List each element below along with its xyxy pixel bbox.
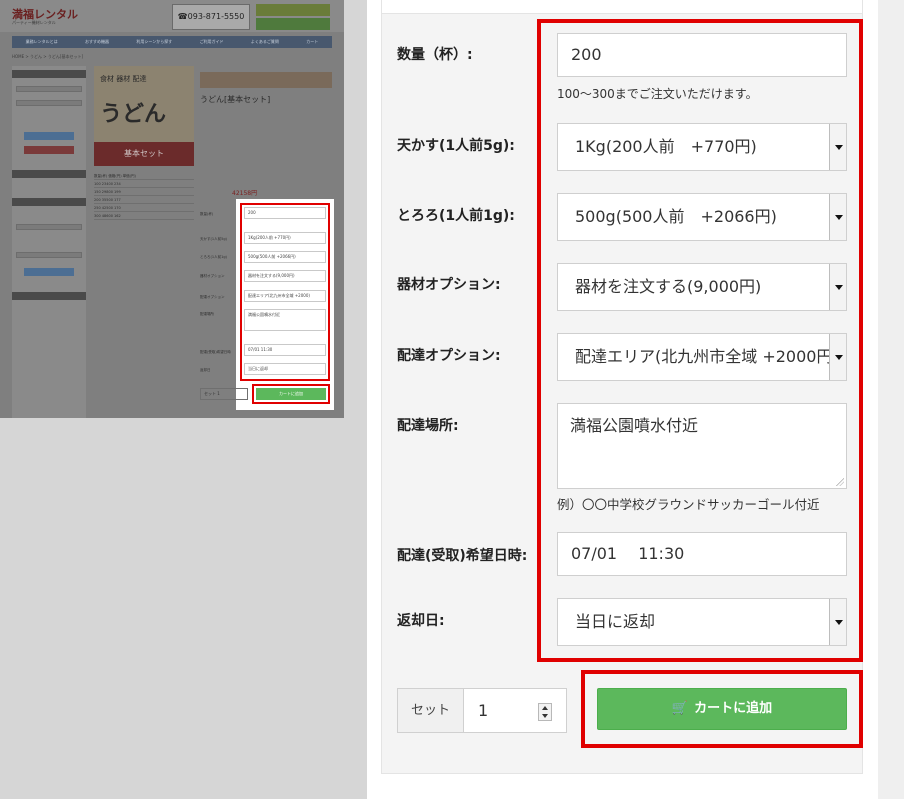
thumbnail-highlight-form <box>240 203 330 381</box>
set-label: セット <box>398 689 464 732</box>
thumbnail-table-row: 150 29800 199 <box>94 188 194 196</box>
thumbnail-image-title: うどん <box>100 102 167 127</box>
thumbnail-set: セット 1 <box>200 388 248 400</box>
form-highlight-box <box>537 19 863 662</box>
thumbnail-phone: ☎093-871-5550 <box>172 4 250 30</box>
right-gutter <box>878 0 904 799</box>
tororo-label: とろろ(1人前1g): <box>397 208 515 224</box>
thumbnail-logo-sub: パーティー機材レンタル <box>12 20 56 25</box>
thumbnail-sidebar-heading <box>12 198 86 206</box>
cart-icon: 🛒 <box>671 701 689 716</box>
thumbnail-form-label: 数量(杯) <box>200 212 214 216</box>
thumbnail-table-row: 数量(杯) 価格(円) 単価(円) <box>94 172 194 180</box>
thumbnail-highlight-cart <box>252 384 330 404</box>
thumbnail-price: 42158円 <box>232 190 258 197</box>
thumbnail-sidebar-heading <box>12 70 86 78</box>
thumbnail-sidebar-heading <box>12 170 86 178</box>
add-to-cart-label: カートに追加 <box>694 701 773 716</box>
thumbnail-image-caption: 基本セット <box>94 142 194 166</box>
thumbnail-sidebar-button <box>24 132 74 140</box>
thumbnail-sidebar-field <box>16 224 82 230</box>
thumbnail-form-label: 器材オプション <box>200 274 225 278</box>
quantity-stepper[interactable] <box>538 703 552 721</box>
thumbnail-product-title: うどん[基本セット] <box>200 95 271 104</box>
thumbnail-form-label: 配達場所 <box>200 312 214 316</box>
thumbnail-table-row: 300 48600 162 <box>94 212 194 220</box>
thumbnail-tag-bar <box>200 72 332 88</box>
set-quantity-group: セット 1 <box>397 688 567 733</box>
datetime-label: 配達(受取)希望日時: <box>397 548 528 564</box>
thumbnail-form-label: 配達オプション <box>200 295 225 299</box>
page-thumbnail: 満福レンタル パーティー機材レンタル ☎093-871-5550 業務レンタルと… <box>0 0 344 418</box>
delivery-label: 配達オプション: <box>397 348 501 364</box>
thumbnail-nav: 業務レンタルとは おすすめ機器 利用シーンから探す ご利用ガイド よくあるご質問… <box>12 36 332 48</box>
thumbnail-form-label: とろろ(1人前1g) <box>200 255 227 259</box>
thumbnail-form-label: 返却日 <box>200 368 211 372</box>
thumbnail-sidebar-button <box>24 146 74 154</box>
equipment-label: 器材オプション: <box>397 277 501 293</box>
thumbnail-sidebar-field <box>16 86 82 92</box>
thumbnail-table-row: 250 42500 170 <box>94 204 194 212</box>
thumbnail-form-label: 配達(受取)希望日時 <box>200 350 231 354</box>
panel-top-strip <box>381 0 863 14</box>
thumbnail-table-row: 100 23400 234 <box>94 180 194 188</box>
set-quantity-input[interactable]: 1 <box>478 689 488 732</box>
thumbnail-nav-item: カート <box>306 39 319 44</box>
thumbnail-table-row: 200 35500 177 <box>94 196 194 204</box>
thumbnail-sidebar-field <box>16 252 82 258</box>
thumbnail-contact-button <box>256 4 330 16</box>
thumbnail-form-label: 天かす(1人前5g) <box>200 237 227 241</box>
thumbnail-sidebar-heading <box>12 292 86 300</box>
tenkasu-label: 天かす(1人前5g): <box>397 138 515 154</box>
thumbnail-nav-item: ご利用ガイド <box>199 39 224 44</box>
location-label: 配達場所: <box>397 418 459 434</box>
thumbnail-sidebar-field <box>16 100 82 106</box>
thumbnail-image-tags: 食材 器材 配達 <box>100 75 147 83</box>
thumbnail-sidebar <box>12 66 86 418</box>
quantity-label: 数量（杯）: <box>397 47 473 63</box>
thumbnail-fax-button <box>256 18 330 30</box>
thumbnail-nav-item: よくあるご質問 <box>250 39 279 44</box>
thumbnail-nav-item: おすすめ機器 <box>85 39 110 44</box>
return-day-label: 返却日: <box>397 613 445 629</box>
thumbnail-nav-item: 利用シーンから探す <box>136 39 173 44</box>
thumbnail-breadcrumb: HOME > うどん > うどん[基本セット] <box>12 54 84 59</box>
thumbnail-nav-item: 業務レンタルとは <box>25 39 58 44</box>
thumbnail-sidebar-button <box>24 268 74 276</box>
thumbnail-price-table: 数量(杯) 価格(円) 単価(円) 100 23400 234 150 2980… <box>94 172 194 242</box>
add-to-cart-button[interactable]: 🛒 カートに追加 <box>597 688 847 730</box>
